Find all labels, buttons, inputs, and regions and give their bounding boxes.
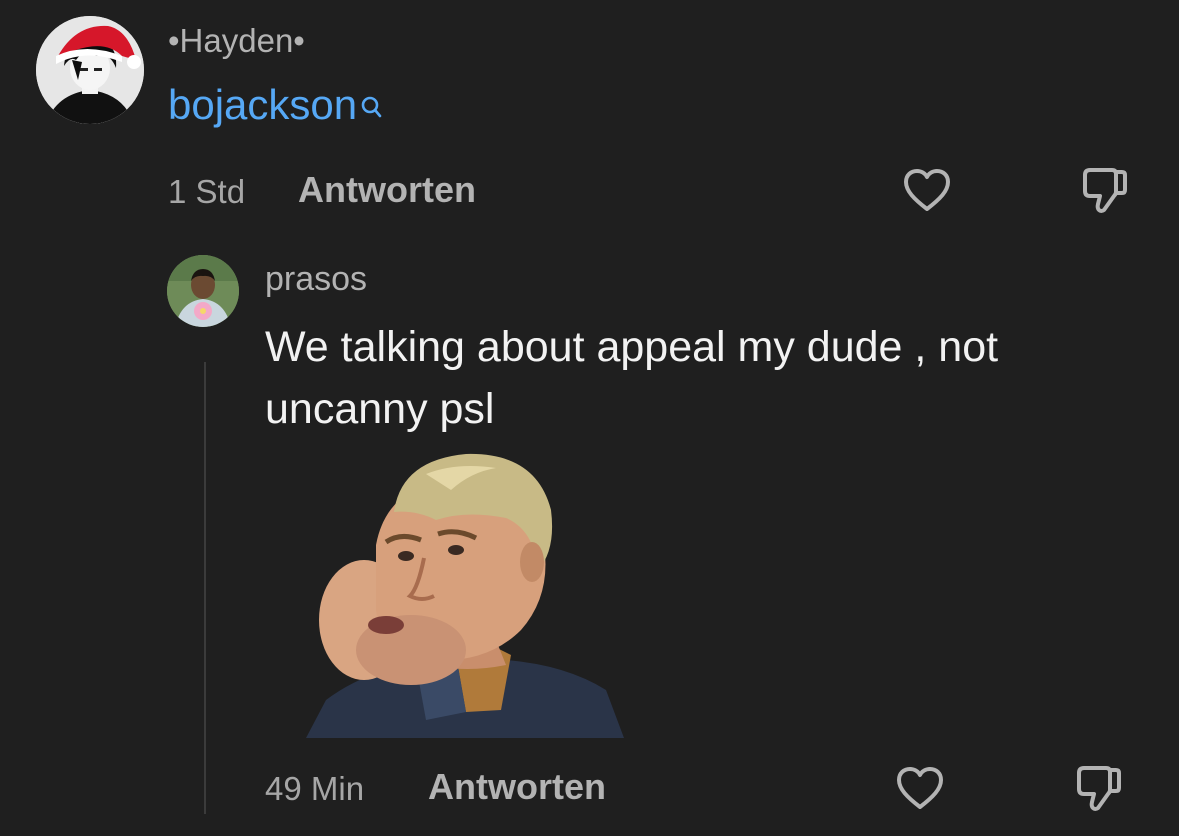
avatar[interactable] <box>36 16 144 124</box>
dislike-icon <box>1083 168 1127 213</box>
heart-icon <box>904 169 950 211</box>
like-button[interactable] <box>900 163 954 217</box>
reply-button[interactable]: Antworten <box>298 172 476 208</box>
reply-username[interactable]: prasos <box>265 262 367 296</box>
reply-text: We talking about appeal my dude , not un… <box>265 323 999 433</box>
comment-timestamp: 1 Std <box>168 173 246 210</box>
reply-avatar[interactable] <box>167 255 239 327</box>
reply-reply-button[interactable]: Antworten <box>428 769 606 805</box>
dislike-button[interactable] <box>1078 163 1132 217</box>
reply-dislike-button[interactable] <box>1072 761 1126 815</box>
reply-timestamp: 49 Min <box>265 770 365 807</box>
search-icon <box>360 86 382 128</box>
reply-avatar-image <box>167 255 239 327</box>
sticker-image <box>306 453 624 738</box>
heart-icon <box>897 767 943 809</box>
comment-username[interactable]: •Hayden• <box>168 24 305 57</box>
dislike-icon <box>1077 766 1121 811</box>
avatar-image <box>36 16 144 124</box>
reply-sticker-image[interactable] <box>306 450 626 738</box>
linked-search-term-label: bojackson <box>168 81 358 128</box>
linked-search-term[interactable]: bojackson <box>168 84 382 128</box>
thread-line <box>204 362 206 814</box>
reply-like-button[interactable] <box>893 761 947 815</box>
